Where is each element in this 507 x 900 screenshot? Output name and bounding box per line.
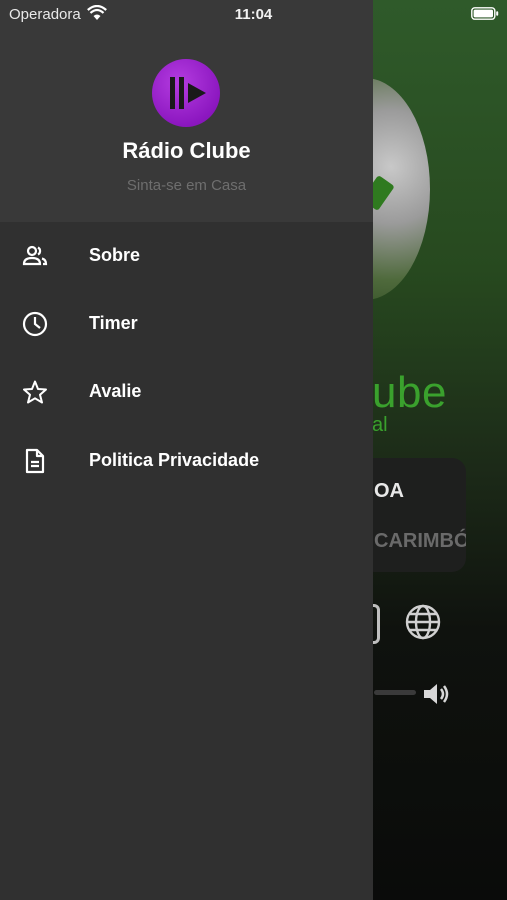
menu-label-timer: Timer xyxy=(89,313,138,333)
menu-item-sobre[interactable]: Sobre xyxy=(0,222,373,290)
document-icon xyxy=(25,448,45,474)
menu-label-politica-privacidade: Politica Privacidade xyxy=(89,450,260,470)
menu-item-timer[interactable]: Timer xyxy=(0,290,373,358)
people-icon xyxy=(22,245,48,266)
drawer-header: Rádio Clube Sinta-se em Casa xyxy=(0,0,373,222)
status-bar: Operadora 11:04 xyxy=(0,0,507,30)
play-logo-icon xyxy=(170,77,206,109)
globe-icon[interactable] xyxy=(404,603,442,641)
station-subtitle: al xyxy=(372,414,388,436)
app-name: Rádio Clube xyxy=(122,138,251,163)
menu-label-avalie: Avalie xyxy=(89,381,142,401)
now-playing-subtitle: CARIMBÓ xyxy=(374,530,466,552)
now-playing-title: OA xyxy=(374,480,404,502)
status-time: 11:04 xyxy=(234,6,273,23)
menu-item-avalie[interactable]: Avalie xyxy=(0,358,373,426)
now-playing-card: OA CARIMBÓ xyxy=(360,458,466,572)
menu-item-politica-privacidade[interactable]: Politica Privacidade xyxy=(0,427,373,495)
clock-icon xyxy=(22,311,48,337)
menu-label-sobre: Sobre xyxy=(89,245,141,265)
app-logo xyxy=(152,59,220,127)
volume-icon[interactable] xyxy=(420,678,452,710)
star-icon xyxy=(23,380,47,404)
navigation-drawer: Rádio Clube Sinta-se em Casa Sobre Timer… xyxy=(0,0,373,900)
volume-slider[interactable] xyxy=(374,690,416,695)
battery-icon xyxy=(471,7,499,20)
station-title: ube xyxy=(372,368,447,417)
app-tagline: Sinta-se em Casa xyxy=(126,177,247,194)
